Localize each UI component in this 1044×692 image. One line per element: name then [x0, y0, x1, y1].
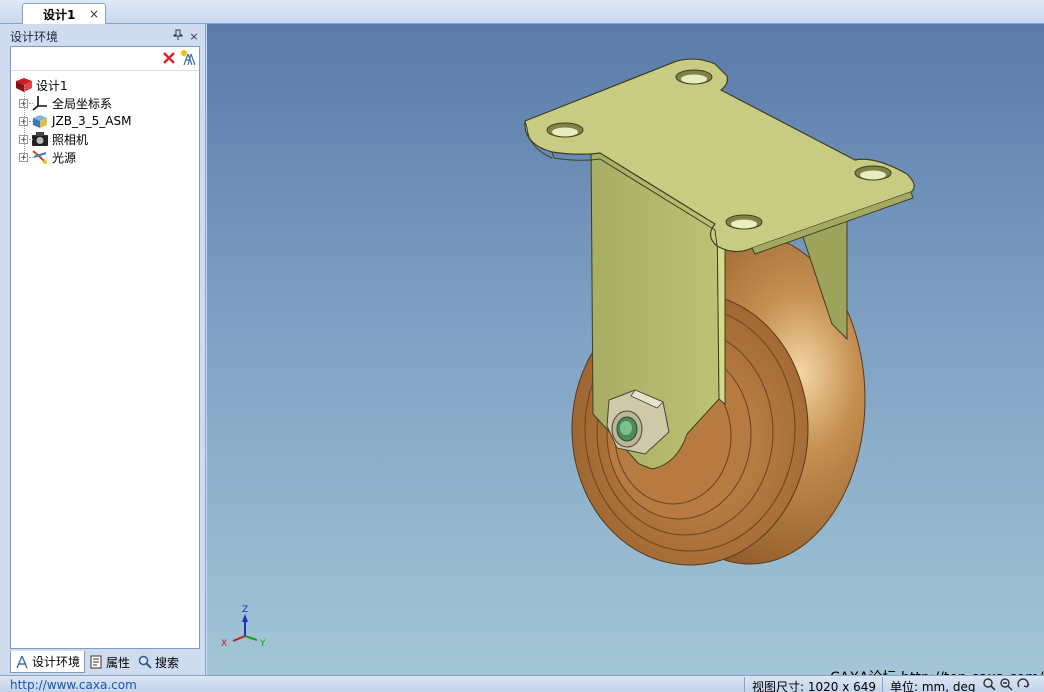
- tree-list: 设计1 + 全局坐标系 + JZB_3_5_ASM + 照相机 + 光源: [11, 71, 199, 166]
- tree-icon: [15, 655, 29, 669]
- tab-design-environment[interactable]: 设计环境: [10, 651, 86, 673]
- unit-readout: 单位: mm, deg: [890, 680, 976, 692]
- design-environment-panel: 设计环境 × 设计1 + 全局坐标系 + JZB_3_5_ASM + 照相机 +…: [0, 24, 206, 675]
- bracket-top-plate[interactable]: [524, 58, 915, 255]
- tab-label: 搜索: [155, 655, 180, 670]
- tree-item-label: JZB_3_5_ASM: [52, 114, 132, 128]
- tree-item-light[interactable]: + 光源: [11, 139, 199, 166]
- tab-label: 属性: [106, 655, 131, 670]
- search-icon: [138, 655, 152, 669]
- tree-structure-icon[interactable]: [179, 49, 197, 67]
- document-tab-strip: 设计1 ×: [0, 0, 1044, 24]
- tree-item-label: 设计1: [36, 78, 68, 93]
- delete-icon[interactable]: [161, 50, 177, 66]
- status-divider: [744, 677, 745, 692]
- close-icon[interactable]: ×: [186, 30, 202, 43]
- zoom-icon[interactable]: [982, 677, 996, 691]
- tree-item-global-coordinate-system[interactable]: + 全局坐标系: [11, 85, 199, 112]
- tab-search[interactable]: 搜索: [134, 651, 183, 673]
- zoom-window-icon[interactable]: [999, 677, 1013, 691]
- tree-item-jzb-asm[interactable]: + JZB_3_5_ASM: [11, 103, 199, 130]
- tree-item-design1[interactable]: 设计1: [11, 76, 199, 94]
- document-tab-label: 设计1: [43, 7, 76, 22]
- assembly-icon: [31, 113, 49, 129]
- view-size-readout: 视图尺寸: 1020 x 649: [752, 680, 877, 692]
- triad-z-label: Z: [242, 605, 248, 615]
- tree-item-label: 全局坐标系: [52, 96, 113, 111]
- expand-icon[interactable]: +: [19, 152, 28, 162]
- panel-title-bar: 设计环境 ×: [10, 26, 202, 46]
- triad-y-label: Y: [259, 639, 266, 649]
- camera-icon: [31, 131, 49, 147]
- website-link[interactable]: http://www.caxa.com: [10, 678, 137, 692]
- properties-icon: [89, 655, 103, 669]
- forum-watermark: CAXA论坛 http://top.caxa.com/: [830, 667, 1043, 675]
- design-tree: 设计1 + 全局坐标系 + JZB_3_5_ASM + 照相机 + 光源: [10, 46, 200, 649]
- caster-wheel-model[interactable]: Z X Y: [207, 24, 1044, 675]
- document-tab[interactable]: 设计1 ×: [22, 3, 106, 24]
- status-bar: http://www.caxa.com 视图尺寸: 1020 x 649 单位:…: [0, 675, 1044, 692]
- tree-item-label: 光源: [52, 150, 77, 165]
- 3d-viewport[interactable]: Z X Y CAXA论坛 http://top.caxa.com/: [207, 24, 1044, 675]
- status-tools: [982, 677, 1030, 691]
- pin-icon[interactable]: [170, 29, 186, 43]
- panel-tabs: 设计环境 属性 搜索: [10, 651, 202, 673]
- tab-label: 设计环境: [32, 655, 81, 669]
- coordinate-system-icon: [31, 95, 49, 111]
- tree-item-label: 照相机: [52, 132, 89, 147]
- axis-triad: Z X Y: [221, 605, 266, 649]
- close-icon[interactable]: ×: [89, 7, 99, 21]
- light-icon: [31, 149, 49, 165]
- rotate-icon[interactable]: [1016, 677, 1030, 691]
- tree-toolbar: [11, 47, 199, 71]
- triad-x-label: X: [221, 639, 227, 649]
- tree-item-camera[interactable]: + 照相机: [11, 121, 199, 148]
- panel-title: 设计环境: [10, 29, 59, 44]
- tab-properties[interactable]: 属性: [85, 651, 134, 673]
- status-divider: [882, 677, 883, 692]
